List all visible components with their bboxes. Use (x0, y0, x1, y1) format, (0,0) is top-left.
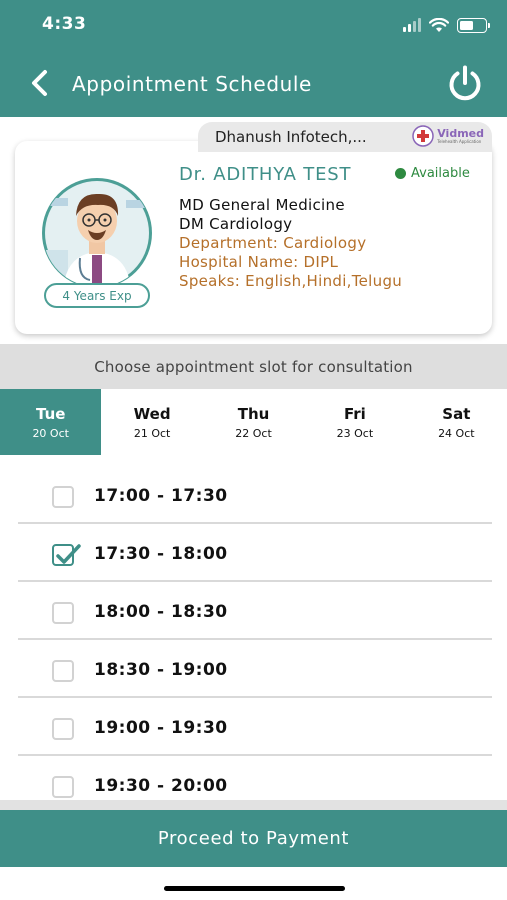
doctor-name: Dr. ADITHYA TEST (179, 164, 352, 185)
qualification-1: MD General Medicine (179, 196, 345, 214)
slot-row[interactable]: 19:00 - 19:30 (18, 700, 492, 756)
department-text: Department: Cardiology (179, 234, 367, 252)
day-name: Fri (344, 404, 366, 423)
vidmed-logo-text: Vidmed (437, 127, 484, 140)
slot-row[interactable]: 17:00 - 17:30 (18, 468, 492, 524)
availability-status: Available (395, 166, 470, 181)
qualification-2: DM Cardiology (179, 215, 293, 233)
slot-row[interactable]: 18:00 - 18:30 (18, 584, 492, 640)
day-tab-tue[interactable]: Tue 20 Oct (0, 389, 102, 455)
list-bottom-shadow (0, 800, 507, 810)
day-tab-sat[interactable]: Sat 24 Oct (406, 389, 507, 455)
day-date: 23 Oct (336, 426, 374, 440)
vidmed-logo-subtext: Telehealth Application (437, 139, 482, 144)
day-tab-thu[interactable]: Thu 22 Oct (203, 389, 304, 455)
app-header: 4:33 Appointment Schedule (0, 0, 507, 117)
day-name: Tue (35, 404, 66, 423)
checkmark-icon (56, 544, 81, 564)
green-dot-icon (395, 168, 406, 179)
organization-name: Dhanush Infotech,... (215, 128, 367, 146)
slot-time: 18:00 - 18:30 (94, 602, 228, 622)
slot-time: 19:30 - 20:00 (94, 776, 228, 796)
day-date: 21 Oct (133, 426, 171, 440)
vidmed-logo: Vidmed Telehealth Application (412, 125, 484, 147)
slot-time: 17:00 - 17:30 (94, 486, 228, 506)
slot-time: 18:30 - 19:00 (94, 660, 228, 680)
slot-checkbox[interactable] (52, 486, 74, 508)
day-tab-fri[interactable]: Fri 23 Oct (304, 389, 405, 455)
slot-time: 17:30 - 18:00 (94, 544, 228, 564)
slot-row[interactable]: 17:30 - 18:00 (18, 526, 492, 582)
day-tab-wed[interactable]: Wed 21 Oct (101, 389, 202, 455)
slot-checkbox[interactable] (52, 602, 74, 624)
slot-row[interactable]: 18:30 - 19:00 (18, 642, 492, 698)
hospital-text: Hospital Name: DIPL (179, 253, 339, 271)
slot-prompt: Choose appointment slot for consultation (0, 344, 507, 389)
day-name: Thu (237, 404, 270, 423)
day-name: Wed (133, 404, 171, 423)
power-icon (449, 65, 481, 101)
day-date: 20 Oct (32, 426, 69, 440)
status-time: 4:33 (42, 14, 87, 34)
logout-button[interactable] (445, 64, 485, 104)
page-title: Appointment Schedule (72, 72, 312, 96)
organization-chip: Dhanush Infotech,... Vidmed Telehealth A… (198, 122, 492, 152)
experience-badge: 4 Years Exp (44, 283, 150, 308)
slot-checkbox[interactable] (52, 544, 81, 566)
slot-checkbox[interactable] (52, 660, 74, 682)
availability-label: Available (411, 166, 470, 181)
slot-checkbox[interactable] (52, 718, 74, 740)
doctor-card: 4 Years Exp Dr. ADITHYA TEST Available M… (15, 141, 492, 334)
medical-cross-icon (412, 125, 434, 147)
home-indicator[interactable] (164, 886, 345, 891)
proceed-to-payment-button[interactable]: Proceed to Payment (0, 810, 507, 867)
languages-text: Speaks: English,Hindi,Telugu (179, 272, 403, 290)
signal-icon (403, 18, 421, 32)
day-date: 24 Oct (438, 426, 475, 440)
day-name: Sat (442, 404, 471, 423)
wifi-icon (429, 17, 449, 32)
status-icons (403, 16, 490, 34)
chevron-left-icon (32, 70, 47, 96)
slot-checkbox[interactable] (52, 776, 74, 798)
battery-icon (457, 17, 490, 33)
day-tabs: Tue 20 Oct Wed 21 Oct Thu 22 Oct Fri 23 … (0, 389, 507, 455)
slot-time: 19:00 - 19:30 (94, 718, 228, 738)
day-date: 22 Oct (235, 426, 272, 440)
back-button[interactable] (26, 68, 54, 98)
